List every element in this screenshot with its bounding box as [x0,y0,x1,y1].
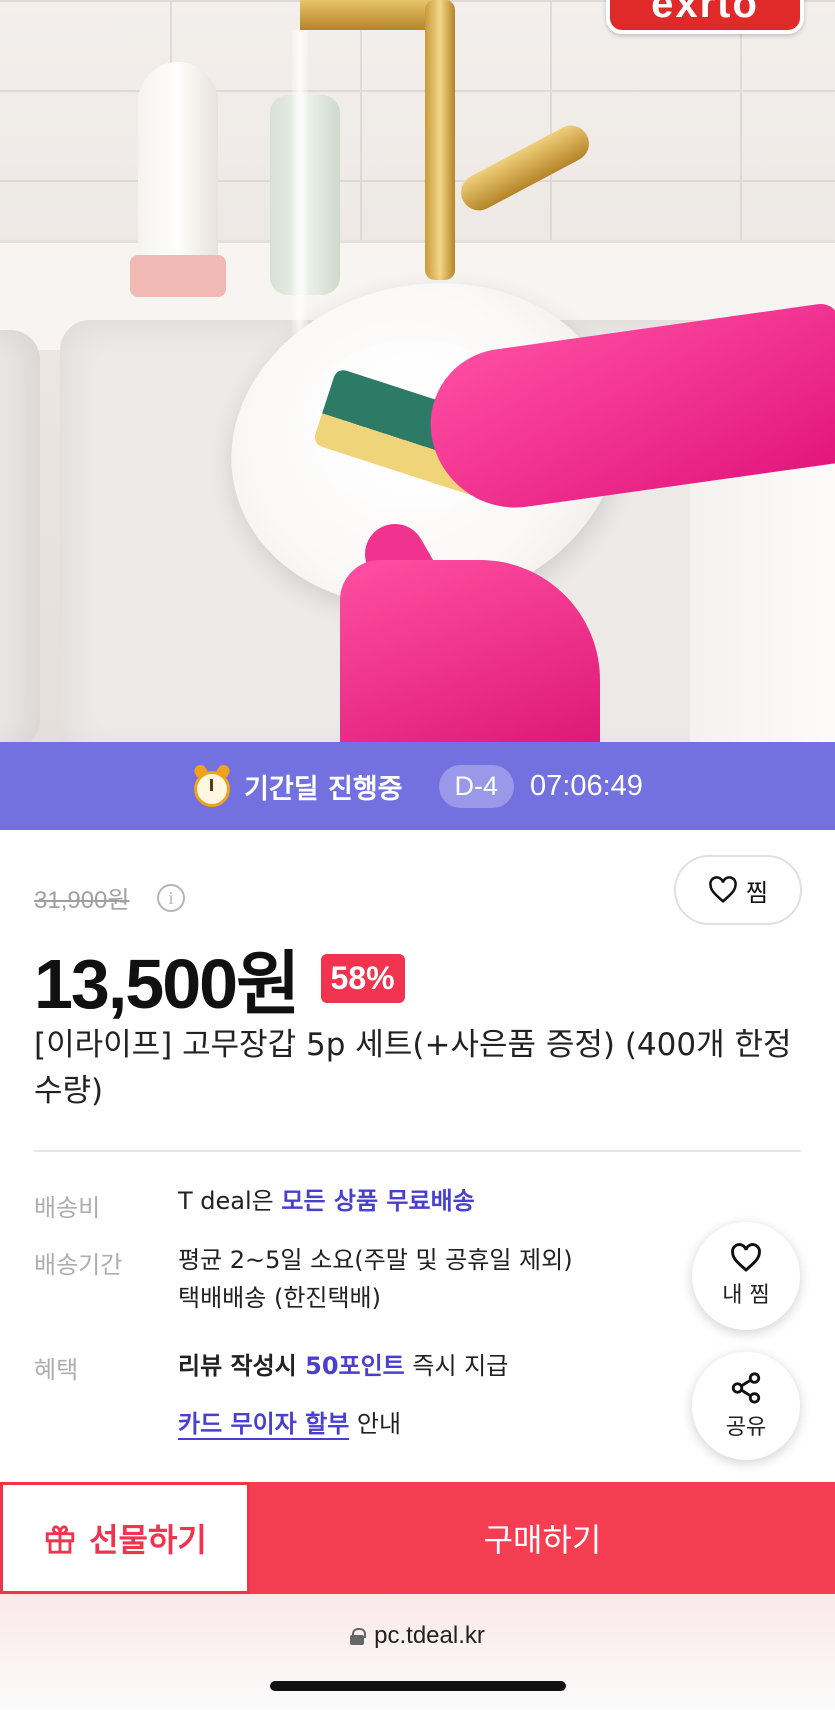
faucet [425,0,455,280]
share-label: 공유 [725,1415,767,1440]
buy-button[interactable]: 구매하기 [250,1482,835,1594]
original-price: 31,900원 [34,887,130,914]
d-day-badge: D-4 [438,764,515,808]
card-installment-suffix: 안내 [349,1410,402,1438]
shipping-period-label: 배송기간 [34,1251,123,1279]
deal-label: 기간딜 진행중 [244,773,403,805]
alarm-clock-icon [192,762,232,807]
card-installment-link[interactable]: 카드 무이자 할부 [178,1410,350,1440]
brand-logo: exrto [606,0,804,34]
product-title: [이라이프] 고무장갑 5p 세트(+사은품 증정) (400개 한정 수량) [34,1027,792,1109]
wish-button[interactable]: 찜 [674,855,802,925]
shipping-fee-label: 배송비 [34,1194,101,1222]
card-installment: 카드 무이자 할부 안내 [178,1405,401,1443]
url-display[interactable]: pc.tdeal.kr [0,1622,835,1650]
share-button[interactable]: 공유 [692,1352,800,1460]
heart-icon [709,876,737,903]
review-points: 50포인트 [305,1352,405,1380]
lock-icon [350,1628,367,1645]
price-row: 13,500원 58% [34,928,405,1029]
share-icon [731,1372,761,1404]
discount-badge: 58% [320,954,405,1003]
countdown-timer: 07:06:49 [530,769,643,802]
sink-basin-left [0,330,40,742]
buy-label: 구매하기 [483,1521,602,1559]
gift-label: 선물하기 [89,1521,207,1559]
wall-tiles [0,0,835,250]
browser-url-bar [0,1594,835,1710]
info-icon[interactable]: i [157,884,185,912]
review-prefix: 리뷰 작성시 [178,1352,306,1380]
home-indicator[interactable] [270,1681,566,1691]
sale-price: 13,500원 [34,945,301,1023]
deal-banner: 기간딜 진행중 D-4 07:06:49 [0,742,835,830]
my-wish-label: 내 찜 [722,1283,770,1308]
heart-icon [731,1243,761,1272]
divider [34,1150,801,1152]
url-text: pc.tdeal.kr [374,1622,485,1649]
brand-logo-text: exrto [651,0,759,26]
wish-label: 찜 [745,878,769,907]
shipping-fee-prefix: T deal은 [178,1187,282,1215]
review-benefit: 리뷰 작성시 50포인트 즉시 지급 [178,1347,508,1385]
shipping-period-line2: 택배배송 (한진택배) [178,1284,381,1312]
product-hero-image: exrto [0,0,835,742]
shipping-period-line1: 평균 2~5일 소요(주말 및 공휴일 제외) [178,1246,573,1274]
benefit-label: 혜택 [34,1356,79,1384]
my-wish-button[interactable]: 내 찜 [692,1222,800,1330]
shipping-period-value: 평균 2~5일 소요(주말 및 공휴일 제외) 택배배송 (한진택배) [178,1241,573,1317]
running-water [292,30,308,350]
dispenser-base [130,255,226,297]
shipping-fee-value: T deal은 모든 상품 무료배송 [178,1182,475,1220]
free-shipping-text: 모든 상품 무료배송 [281,1187,475,1215]
review-suffix: 즉시 지급 [404,1352,509,1380]
gift-button[interactable]: 선물하기 [0,1482,250,1594]
gift-icon [45,1525,75,1554]
